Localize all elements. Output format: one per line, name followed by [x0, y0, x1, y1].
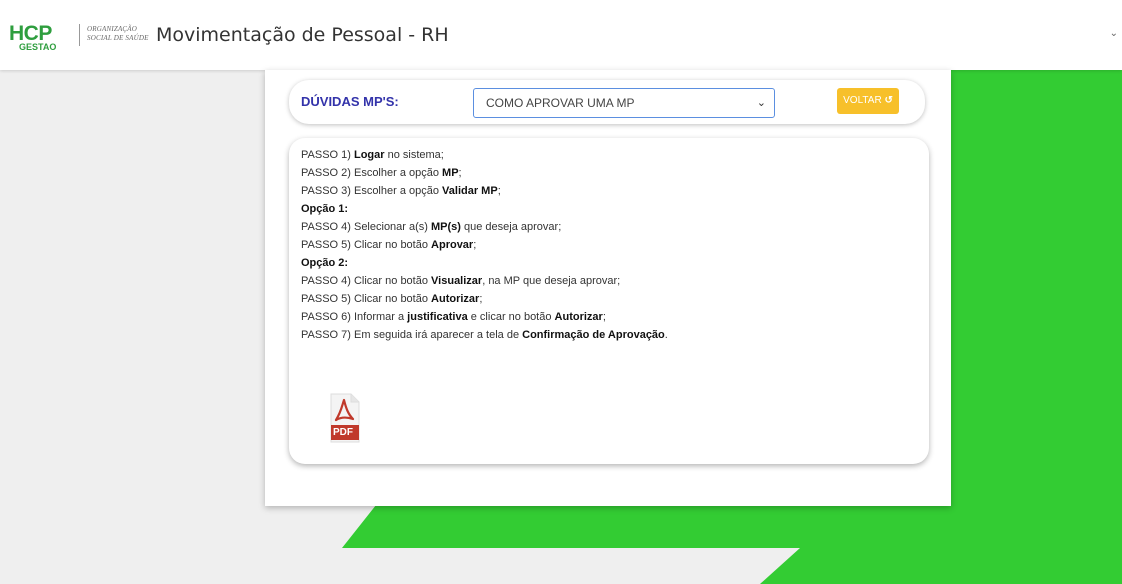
- step-line: PASSO 4) Clicar no botão Visualizar, na …: [301, 272, 668, 290]
- step-emphasis: MP(s): [431, 221, 461, 233]
- step-text: no sistema;: [384, 149, 444, 161]
- chevron-down-icon[interactable]: ⌄: [1110, 28, 1118, 39]
- step-line: PASSO 2) Escolher a opção MP;: [301, 164, 668, 182]
- step-line: PASSO 7) Em seguida irá aparecer a tela …: [301, 326, 668, 344]
- step-text: PASSO 2) Escolher a opção: [301, 167, 443, 179]
- step-text: PASSO 4) Clicar no botão: [301, 275, 432, 287]
- step-emphasis: Validar MP: [442, 185, 498, 197]
- pdf-label: PDF: [333, 427, 353, 438]
- logo-tagline: ORGANIZAÇÃO SOCIAL DE SAÚDE: [87, 25, 149, 42]
- step-text: PASSO 6) Informar a: [301, 311, 408, 323]
- step-text: ;: [458, 167, 462, 179]
- step-emphasis: Opção 1:: [301, 203, 349, 215]
- step-text: que deseja aprovar;: [460, 221, 562, 233]
- topic-select[interactable]: COMO APROVAR UMA MP ⌄: [473, 88, 775, 118]
- filter-label: DÚVIDAS MP'S:: [301, 94, 399, 109]
- logo-sub: GESTAO: [19, 42, 57, 52]
- step-line: PASSO 3) Escolher a opção Validar MP;: [301, 182, 668, 200]
- step-text: PASSO 7) Em seguida irá aparecer a tela …: [301, 329, 523, 341]
- step-emphasis: Opção 2:: [301, 257, 349, 269]
- back-button[interactable]: VOLTAR ↺: [837, 88, 899, 114]
- step-emphasis: Logar: [353, 149, 385, 161]
- step-emphasis: Autorizar: [431, 293, 480, 305]
- steps-card: PASSO 1) Logar no sistema; PASSO 2) Escol…: [289, 138, 929, 464]
- step-text: PASSO 4) Selecionar a(s): [301, 221, 432, 233]
- step-text: e clicar no botão: [467, 311, 555, 323]
- pdf-icon[interactable]: PDF: [329, 392, 361, 444]
- topic-select-value: COMO APROVAR UMA MP: [486, 96, 635, 110]
- main-panel: DÚVIDAS MP'S: COMO APROVAR UMA MP ⌄ VOLT…: [265, 70, 951, 506]
- step-line: PASSO 5) Clicar no botão Aprovar;: [301, 236, 668, 254]
- step-text: ;: [479, 293, 483, 305]
- step-emphasis: Confirmação de Aprovação: [522, 329, 665, 341]
- step-line: Opção 1:: [301, 200, 668, 218]
- step-text: PASSO 1): [301, 149, 354, 161]
- step-emphasis: MP: [442, 167, 459, 179]
- step-emphasis: Visualizar: [431, 275, 483, 287]
- step-line: Opção 2:: [301, 254, 668, 272]
- step-line: PASSO 5) Clicar no botão Autorizar;: [301, 290, 668, 308]
- chevron-down-icon: ⌄: [756, 97, 766, 109]
- step-text: , na MP que deseja aprovar;: [482, 275, 621, 287]
- steps-list: PASSO 1) Logar no sistema; PASSO 2) Escol…: [301, 146, 668, 344]
- step-text: PASSO 5) Clicar no botão: [301, 293, 432, 305]
- filter-bar: DÚVIDAS MP'S: COMO APROVAR UMA MP ⌄ VOLT…: [289, 80, 925, 124]
- step-emphasis: Aprovar: [431, 239, 474, 251]
- step-text: PASSO 5) Clicar no botão: [301, 239, 432, 251]
- app-header: HCP GESTAO ORGANIZAÇÃO SOCIAL DE SAÚDE M…: [0, 0, 1122, 70]
- step-line: PASSO 1) Logar no sistema;: [301, 146, 668, 164]
- step-text: ;: [602, 311, 606, 323]
- step-text: ;: [473, 239, 477, 251]
- step-text: PASSO 3) Escolher a opção: [301, 185, 443, 197]
- page-title: Movimentação de Pessoal - RH: [156, 24, 449, 46]
- step-emphasis: justificativa: [407, 311, 468, 323]
- back-button-label: VOLTAR: [843, 95, 882, 106]
- step-line: PASSO 4) Selecionar a(s) MP(s) que desej…: [301, 218, 668, 236]
- step-text: ;: [497, 185, 501, 197]
- logo-divider: [79, 24, 80, 46]
- step-text: .: [664, 329, 668, 341]
- step-emphasis: Autorizar: [554, 311, 603, 323]
- hcp-logo[interactable]: HCP GESTAO: [9, 22, 69, 62]
- step-line: PASSO 6) Informar a justificativa e clic…: [301, 308, 668, 326]
- undo-icon: ↺: [884, 95, 893, 106]
